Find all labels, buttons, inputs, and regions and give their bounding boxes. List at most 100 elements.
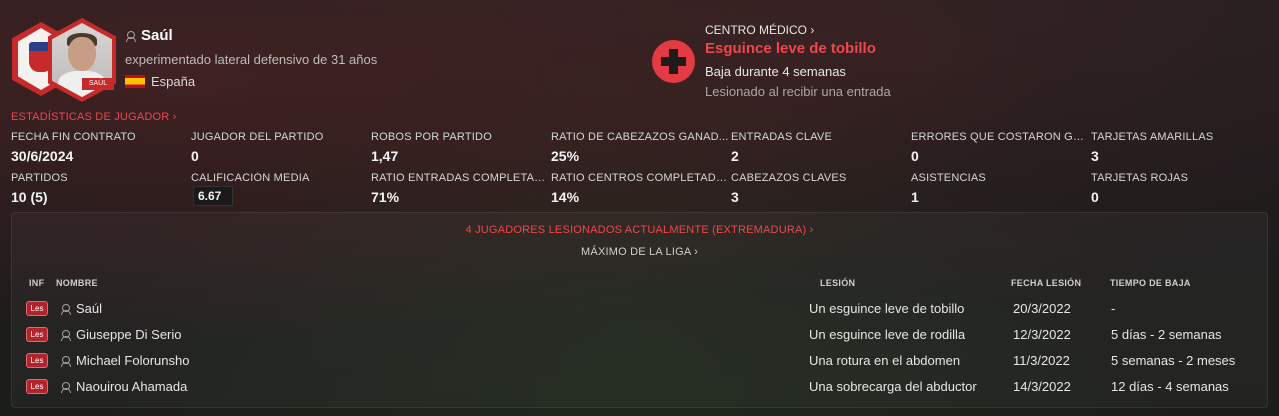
row-player[interactable]: Naouirou Ahamada: [60, 379, 187, 394]
medical-center: CENTRO MÉDICO › Esguince leve de tobillo…: [652, 22, 1072, 102]
rating-value: 6.67: [193, 186, 233, 206]
row-time: 12 días - 4 semanas: [1111, 379, 1229, 394]
person-icon: [60, 355, 71, 367]
stat-value: 0: [191, 148, 199, 164]
stat-red-cards: TARJETAS ROJAS 0: [1091, 172, 1269, 205]
stat-label: PARTIDOS: [11, 172, 68, 184]
league-max-link[interactable]: MÁXIMO DE LA LIGA ›: [12, 246, 1267, 258]
row-player[interactable]: Giuseppe Di Serio: [60, 327, 182, 342]
table-row[interactable]: Les Michael Folorunsho Una rotura en el …: [12, 349, 1267, 375]
stat-assists: ASISTENCIAS 1: [911, 172, 1089, 205]
person-icon: [60, 329, 71, 341]
player-stats-link[interactable]: ESTADÍSTICAS DE JUGADOR ›: [11, 111, 177, 123]
stat-label: CABEZAZOS CLAVES: [731, 172, 847, 184]
stat-headers-won-ratio: RATIO DE CABEZAZOS GANAD... 25%: [551, 131, 729, 164]
nationality-text: España: [151, 74, 196, 89]
table-row[interactable]: Les Naouirou Ahamada Una sobrecarga del …: [12, 375, 1267, 401]
photo-tag: SAÚL: [82, 78, 114, 90]
header-name[interactable]: NOMBRE: [56, 278, 98, 288]
row-date: 12/3/2022: [1013, 327, 1071, 342]
row-player-name: Naouirou Ahamada: [76, 379, 188, 394]
stat-label: ROBOS POR PARTIDO: [371, 131, 492, 143]
header-injury[interactable]: LESIÓN: [820, 278, 855, 288]
injury-badge: Les: [26, 379, 48, 394]
stat-errors-leading-to-goal: ERRORES QUE COSTARON GOLES 0: [911, 131, 1089, 164]
stat-label: RATIO CENTROS COMPLETADOS: [551, 172, 729, 184]
player-badges[interactable]: SAÚL: [10, 18, 120, 103]
row-time: -: [1111, 301, 1116, 316]
person-icon: [60, 381, 71, 393]
stat-label: TARJETAS AMARILLAS: [1091, 131, 1214, 143]
player-name-text: Saúl: [141, 27, 173, 44]
row-time: 5 semanas - 2 meses: [1111, 353, 1236, 368]
stat-value: 0: [1091, 189, 1099, 205]
row-date: 20/3/2022: [1013, 301, 1071, 316]
table-row[interactable]: Les Giuseppe Di Serio Un esguince leve d…: [12, 323, 1267, 349]
stat-contract-end: FECHA FIN CONTRATO 30/6/2024: [11, 131, 189, 164]
stat-label: CALIFICACIÓN MEDIA: [191, 172, 310, 184]
stat-label: RATIO DE CABEZAZOS GANAD...: [551, 131, 729, 143]
player-description: experimentado lateral defensivo de 31 añ…: [125, 52, 378, 67]
stat-appearances: PARTIDOS 10 (5): [11, 172, 189, 205]
stat-label: ERRORES QUE COSTARON GOLES: [911, 131, 1089, 143]
person-icon: [60, 303, 71, 315]
stat-value: 1: [911, 189, 919, 205]
medical-cross-icon: [652, 40, 695, 83]
injury-badge: Les: [26, 353, 48, 368]
stat-label: FECHA FIN CONTRATO: [11, 131, 136, 143]
medical-center-link[interactable]: CENTRO MÉDICO ›: [705, 23, 814, 37]
stat-value: 0: [911, 148, 919, 164]
stat-average-rating: CALIFICACIÓN MEDIA 6.67: [191, 172, 369, 206]
stat-label: TARJETAS ROJAS: [1091, 172, 1189, 184]
stat-label: RATIO ENTRADAS COMPLETAD...: [371, 172, 549, 184]
table-row[interactable]: Les Saúl Un esguince leve de tobillo 20/…: [12, 297, 1267, 323]
stat-cross-completion: RATIO CENTROS COMPLETADOS 14%: [551, 172, 729, 205]
stat-value: 10 (5): [11, 189, 48, 205]
row-player[interactable]: Saúl: [60, 301, 102, 316]
stat-value: 2: [731, 148, 739, 164]
stat-yellow-cards: TARJETAS AMARILLAS 3: [1091, 131, 1269, 164]
stat-label: ENTRADAS CLAVE: [731, 131, 833, 143]
player-header: SAÚL Saúl experimentado lateral defensiv…: [10, 18, 630, 103]
stat-label: ASISTENCIAS: [911, 172, 986, 184]
row-date: 11/3/2022: [1013, 353, 1070, 368]
stat-value: 1,47: [371, 148, 399, 164]
header-time-out[interactable]: TIEMPO DE BAJA: [1110, 278, 1191, 288]
person-icon: [125, 30, 136, 42]
row-injury: Una rotura en el abdomen: [809, 353, 961, 368]
injury-duration: Baja durante 4 semanas: [705, 64, 846, 79]
stat-key-headers: CABEZAZOS CLAVES 3: [731, 172, 909, 205]
stat-tackles-per-match: ROBOS POR PARTIDO 1,47: [371, 131, 549, 164]
stat-value: 3: [731, 189, 739, 205]
stat-value: 14%: [551, 189, 580, 205]
stat-tackle-completion: RATIO ENTRADAS COMPLETAD... 71%: [371, 172, 549, 205]
row-player-name: Michael Folorunsho: [76, 353, 190, 368]
row-date: 14/3/2022: [1013, 379, 1071, 394]
injury-cause: Lesionado al recibir una entrada: [705, 84, 891, 99]
spain-flag-icon: [125, 75, 145, 88]
row-injury: Un esguince leve de tobillo: [809, 301, 965, 316]
injury-badge: Les: [26, 327, 48, 342]
row-injury: Una sobrecarga del abductor: [809, 379, 977, 394]
row-player[interactable]: Michael Folorunsho: [60, 353, 189, 368]
player-nationality[interactable]: España: [125, 74, 195, 89]
injury-badge: Les: [26, 301, 48, 316]
stat-value: 3: [1091, 148, 1099, 164]
row-player-name: Giuseppe Di Serio: [76, 327, 182, 342]
injury-title: Esguince leve de tobillo: [705, 40, 876, 57]
player-name[interactable]: Saúl: [125, 27, 173, 44]
face-head: [68, 37, 96, 71]
header-injury-date[interactable]: FECHA LESIÓN: [1011, 278, 1081, 288]
injured-players-panel: 4 JUGADORES LESIONADOS ACTUALMENTE (EXTR…: [11, 212, 1268, 408]
stat-key-tackles: ENTRADAS CLAVE 2: [731, 131, 909, 164]
row-player-name: Saúl: [76, 301, 103, 316]
stat-value: 71%: [371, 189, 400, 205]
header-inf[interactable]: INF: [29, 278, 44, 288]
stat-label: JUGADOR DEL PARTIDO: [191, 131, 324, 143]
injured-players-link[interactable]: 4 JUGADORES LESIONADOS ACTUALMENTE (EXTR…: [12, 224, 1267, 236]
row-injury: Un esguince leve de rodilla: [809, 327, 966, 342]
stat-value: 25%: [551, 148, 580, 164]
stat-player-of-match: JUGADOR DEL PARTIDO 0: [191, 131, 369, 164]
stat-value: 30/6/2024: [11, 148, 74, 164]
row-time: 5 días - 2 semanas: [1111, 327, 1222, 342]
